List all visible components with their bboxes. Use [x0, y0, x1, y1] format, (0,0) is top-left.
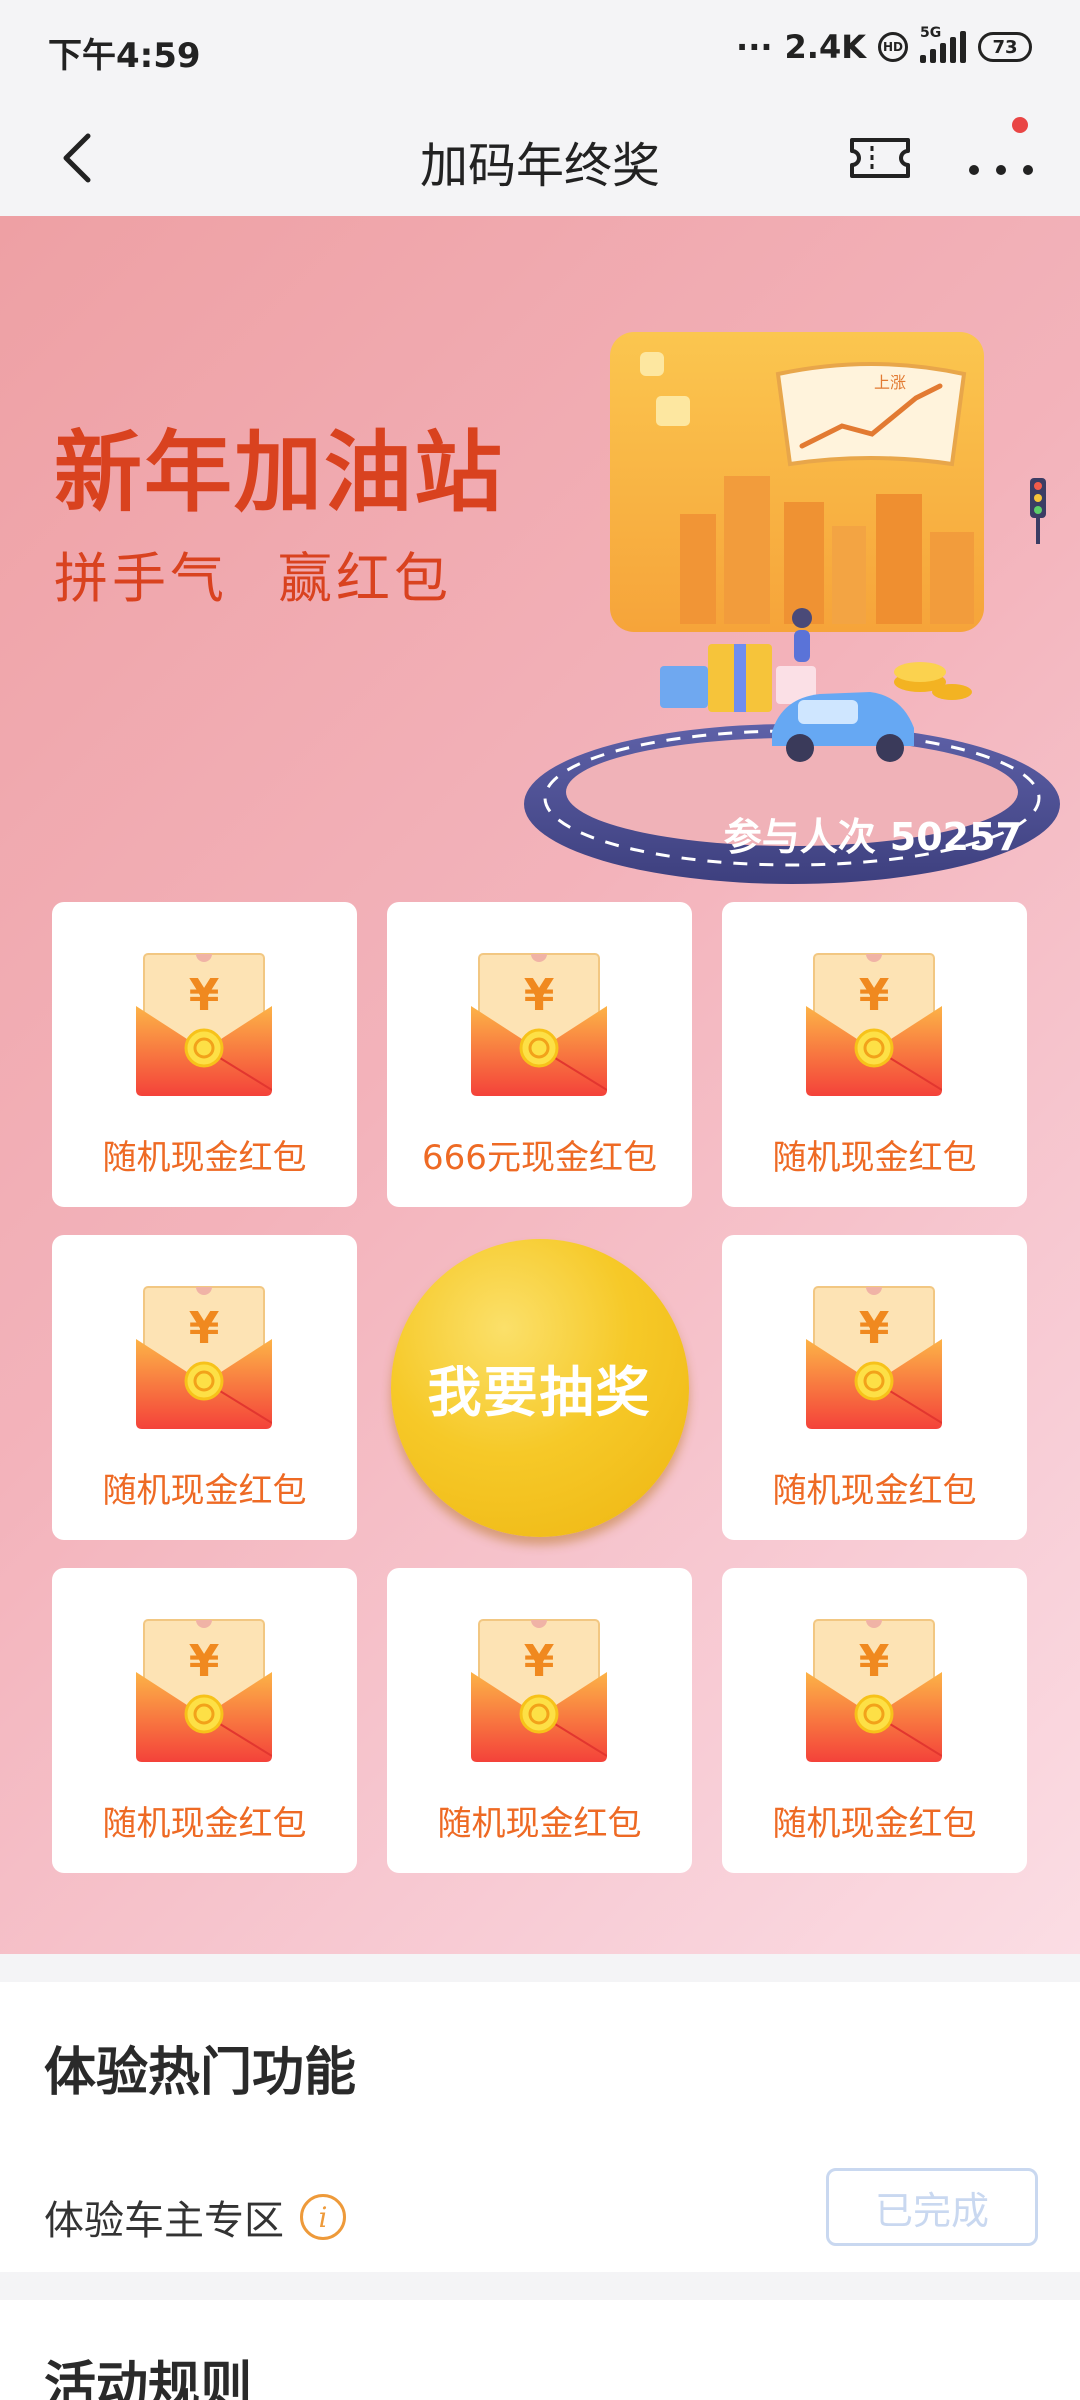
banner-subtitle-2: 赢红包 [278, 547, 452, 610]
page-title: 加码年终奖 [419, 138, 660, 194]
svg-text:¥: ¥ [859, 1303, 890, 1354]
prize-cell: ¥ 随机现金红包 [52, 1568, 357, 1873]
feature-label: 体验车主专区 [44, 2198, 284, 2244]
red-envelope-icon: ¥ [806, 950, 943, 1096]
prize-cell: ¥ 随机现金红包 [387, 1568, 692, 1873]
ticket-icon[interactable] [848, 136, 912, 180]
prize-label: 随机现金红包 [102, 1138, 307, 1178]
red-envelope-icon: ¥ [136, 1283, 273, 1429]
svg-text:¥: ¥ [189, 970, 220, 1021]
illustration-badge: 上涨 [874, 373, 906, 392]
prize-cell: ¥666元现金红包 [387, 902, 692, 1207]
prize-label: 随机现金红包 [772, 1471, 977, 1511]
rules-card: 活动规则 [0, 2300, 1080, 2400]
rules-title: 活动规则 [44, 2357, 253, 2400]
more-dots-icon[interactable] [966, 140, 1036, 180]
prize-grid: ¥ 随机现金红包 ¥666元现金红包 ¥ 随机现金红包 ¥ 随机现金红包 我要抽奖 ¥ 随机现金红… [52, 902, 1028, 1873]
network-type: 5G [920, 25, 942, 41]
svg-text:¥: ¥ [524, 970, 555, 1021]
svg-text:¥: ¥ [189, 1303, 220, 1354]
draw-lottery-button[interactable]: 我要抽奖 [390, 1238, 689, 1537]
banner-subtitle: 拼手气 赢红包 [54, 534, 452, 613]
prize-cell: ¥ 随机现金红包 [722, 902, 1027, 1207]
svg-text:¥: ¥ [859, 1636, 890, 1687]
participants-label: 参与人次 [723, 815, 876, 859]
lottery-banner: 新年加油站 拼手气 赢红包 上涨 参与人次 50257 ¥ 随机现金红包 ¥ 6… [0, 216, 1080, 1954]
battery-icon: 73 [978, 32, 1032, 62]
signal-icon: 5G [920, 25, 966, 63]
prize-label: 随机现金红包 [102, 1471, 307, 1511]
prize-label: 随机现金红包 [437, 1804, 642, 1844]
prize-cell: ¥ 随机现金红包 [722, 1235, 1027, 1540]
nav-bar: 加码年终奖 [0, 100, 1080, 216]
prize-cell: ¥ 随机现金红包 [52, 902, 357, 1207]
svg-text:¥: ¥ [859, 970, 890, 1021]
hd-icon: HD [878, 32, 908, 62]
prize-label: 666元现金红包 [422, 1138, 657, 1178]
prize-label: 随机现金红包 [772, 1138, 977, 1178]
hot-features-card: 体验热门功能 体验车主专区 i 已完成 [0, 1982, 1080, 2272]
participant-count: 参与人次 50257 [724, 806, 1022, 861]
completed-button[interactable]: 已完成 [826, 2168, 1038, 2246]
prize-label: 随机现金红包 [102, 1804, 307, 1844]
prize-cell: ¥ 随机现金红包 [722, 1568, 1027, 1873]
svg-text:¥: ¥ [189, 1636, 220, 1687]
status-bar: 下午4:59 ··· 2.4K HD 5G 73 [0, 0, 1080, 100]
banner-title: 新年加油站 [54, 420, 505, 524]
banner-subtitle-1: 拼手气 [54, 547, 228, 610]
status-time: 下午4:59 [48, 36, 201, 76]
red-envelope-icon: ¥ [136, 1616, 273, 1762]
network-speed: 2.4K [784, 28, 866, 66]
red-envelope-icon: ¥ [806, 1616, 943, 1762]
features-title: 体验热门功能 [44, 2043, 357, 2103]
red-envelope-icon: ¥ [471, 1616, 608, 1762]
participants-value: 50257 [889, 815, 1022, 859]
prize-label: 随机现金红包 [772, 1804, 977, 1844]
feature-row-car-owner: 体验车主专区 i [44, 2188, 346, 2246]
info-icon[interactable]: i [300, 2194, 346, 2240]
notification-dot [1012, 117, 1028, 133]
status-indicators: ··· 2.4K HD 5G 73 [736, 25, 1032, 66]
prize-cell: ¥ 随机现金红包 [52, 1235, 357, 1540]
red-envelope-icon: ¥ [136, 950, 273, 1096]
more-notifications-icon: ··· [736, 28, 773, 66]
svg-text:¥: ¥ [524, 1636, 555, 1687]
draw-button-label: 我要抽奖 [427, 1363, 652, 1423]
red-envelope-icon: ¥ [806, 1283, 943, 1429]
red-envelope-icon: ¥ [471, 950, 608, 1096]
